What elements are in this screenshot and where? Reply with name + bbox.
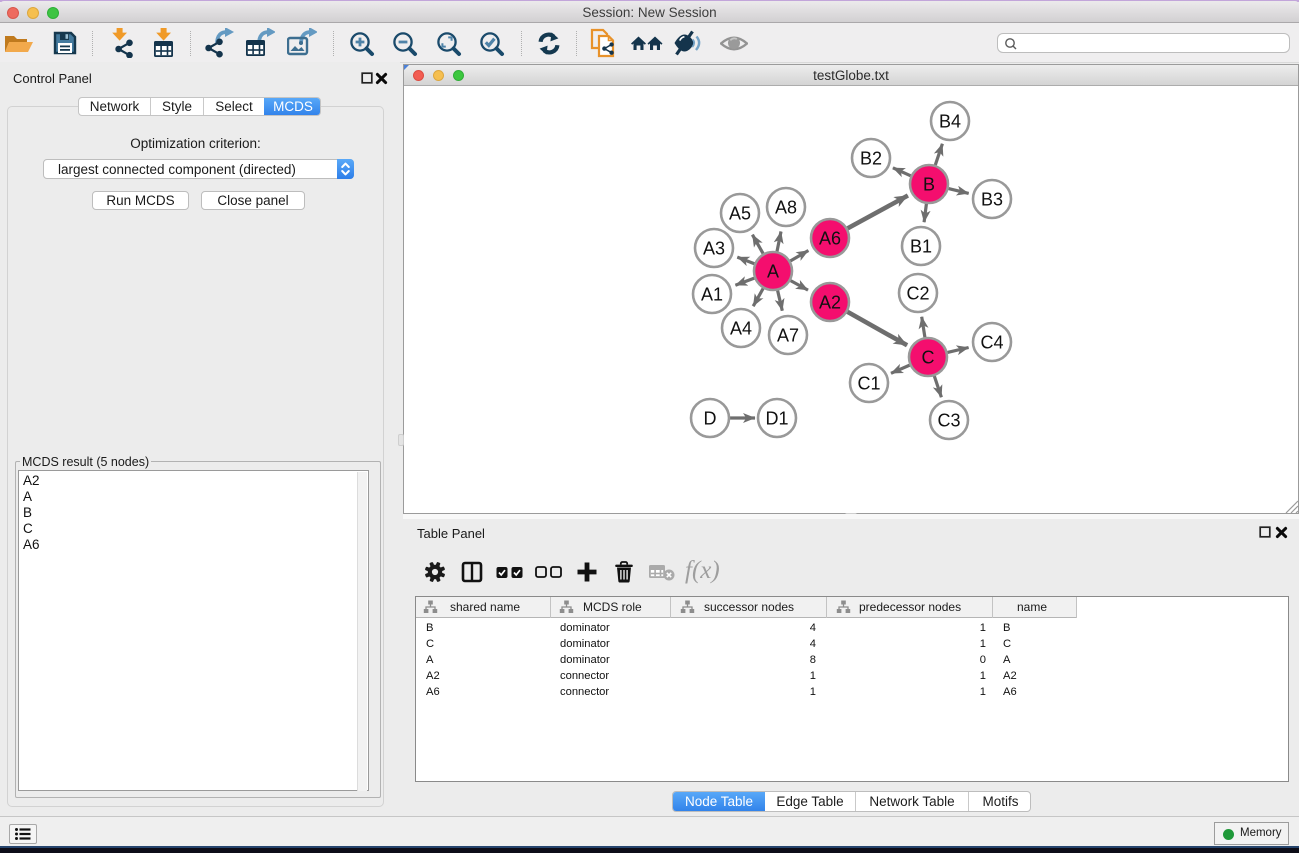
svg-text:B3: B3 <box>981 190 1003 210</box>
svg-text:A6: A6 <box>819 229 841 249</box>
svg-text:C2: C2 <box>906 284 929 304</box>
svg-text:C3: C3 <box>937 411 960 431</box>
svg-text:A2: A2 <box>819 293 841 313</box>
svg-text:B1: B1 <box>910 237 932 257</box>
svg-text:B2: B2 <box>860 149 882 169</box>
svg-text:A1: A1 <box>701 285 723 305</box>
svg-text:C: C <box>922 348 935 368</box>
svg-text:B: B <box>923 175 935 195</box>
svg-text:D: D <box>704 409 717 429</box>
svg-text:A7: A7 <box>777 326 799 346</box>
svg-text:D1: D1 <box>765 409 788 429</box>
svg-text:A4: A4 <box>730 319 752 339</box>
svg-text:C4: C4 <box>980 333 1003 353</box>
svg-text:A5: A5 <box>729 204 751 224</box>
svg-text:B4: B4 <box>939 112 961 132</box>
svg-text:A: A <box>767 262 779 282</box>
svg-text:A3: A3 <box>703 239 725 259</box>
svg-text:C1: C1 <box>857 374 880 394</box>
svg-text:A8: A8 <box>775 198 797 218</box>
